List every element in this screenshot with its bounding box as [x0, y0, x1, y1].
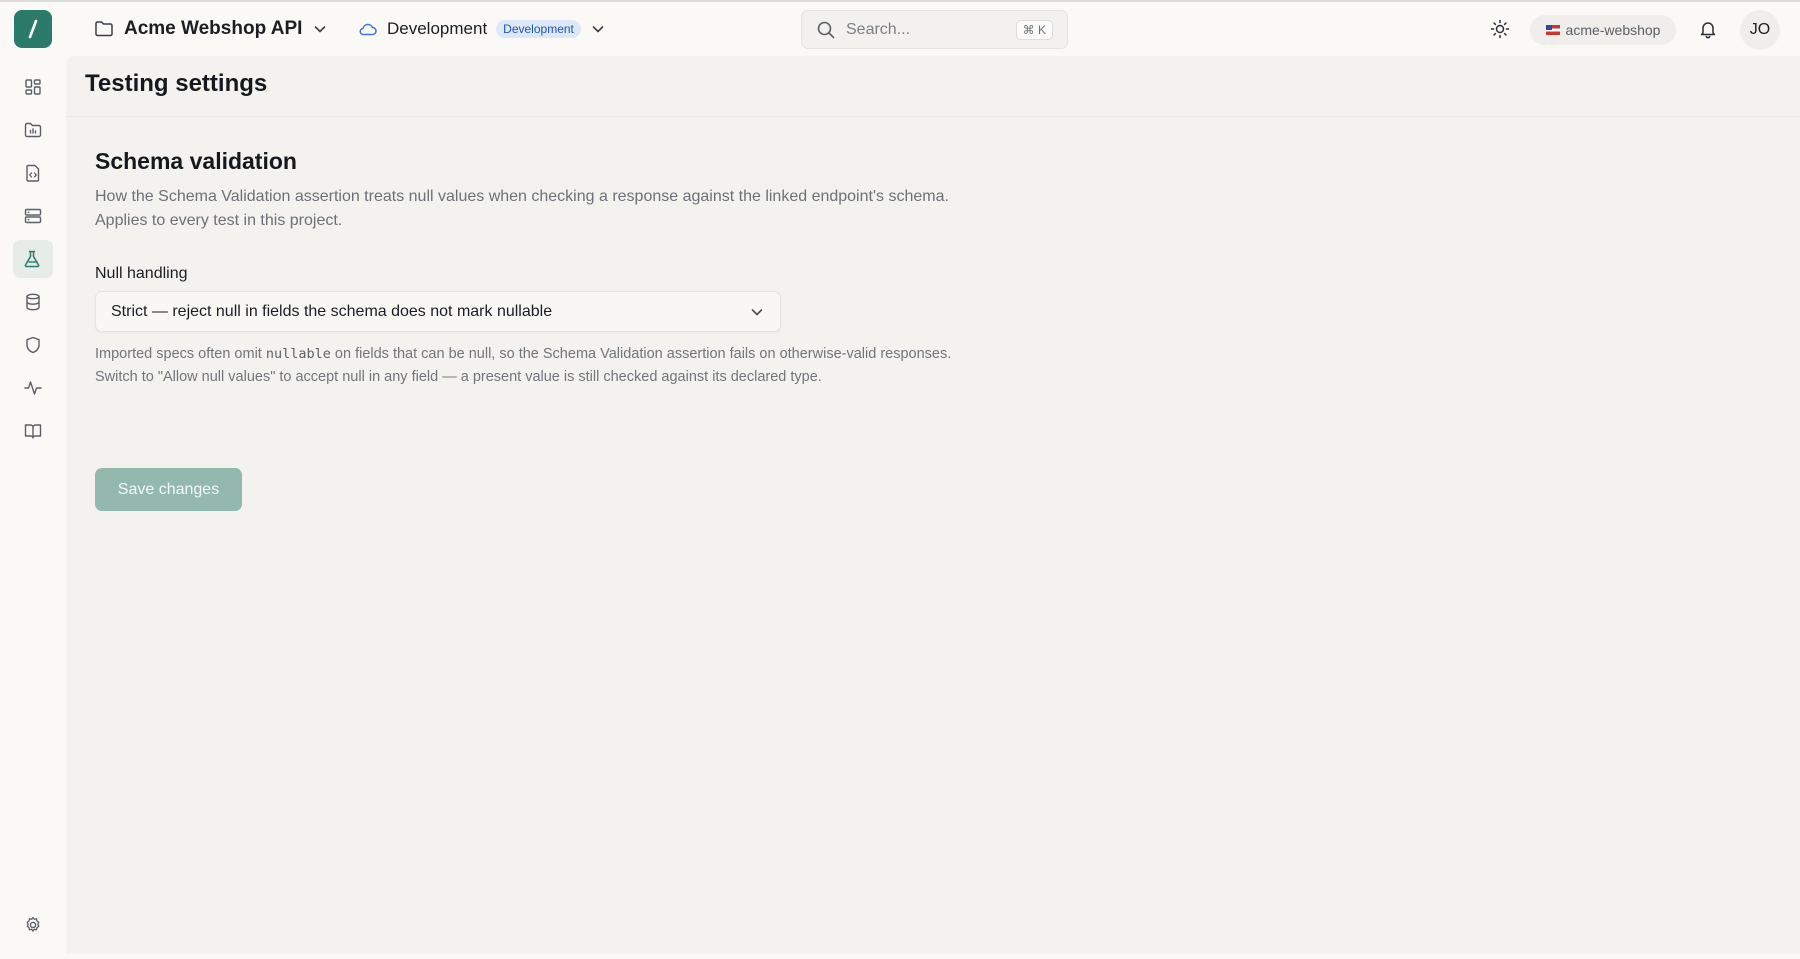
environment-name: Development [387, 19, 488, 38]
search-shortcut: ⌘ K [1015, 19, 1053, 40]
server-icon [24, 208, 42, 224]
file-code-icon [26, 164, 40, 182]
search-icon [817, 21, 835, 38]
sidebar-item-settings[interactable] [13, 906, 53, 944]
sidebar [0, 56, 66, 959]
null-handling-label: Null handling [95, 265, 188, 282]
bell-icon [1700, 22, 1716, 39]
chevron-down-icon [315, 26, 326, 33]
app-logo[interactable] [14, 10, 52, 48]
help-text-before: Imported specs often omit [95, 346, 266, 362]
chevron-down-icon [592, 26, 604, 33]
top-bar: Acme Webshop API Development Development… [0, 0, 1800, 56]
search-input[interactable]: Search... ⌘ K [801, 10, 1068, 49]
activity-icon [24, 381, 42, 395]
folder-chart-icon [24, 122, 42, 138]
logo-slash-icon [28, 19, 38, 39]
sidebar-item-data[interactable] [13, 283, 53, 321]
sidebar-item-servers[interactable] [13, 197, 53, 235]
database-icon [26, 293, 40, 311]
environment-switcher[interactable]: Development Development [358, 15, 606, 43]
flask-icon [24, 250, 40, 268]
avatar[interactable]: JO [1740, 10, 1780, 50]
sidebar-item-docs[interactable] [13, 412, 53, 450]
cloud-icon [359, 23, 377, 36]
section-description: How the Schema Validation assertion trea… [95, 188, 949, 229]
save-changes-button[interactable]: Save changes [95, 468, 242, 511]
book-icon [24, 424, 42, 439]
sidebar-item-reports[interactable] [13, 111, 53, 149]
page-divider [66, 116, 1800, 117]
sidebar-item-monitoring[interactable] [13, 369, 53, 407]
sidebar-item-dashboard[interactable] [13, 68, 53, 106]
org-name: acme-webshop [1565, 22, 1661, 38]
search-placeholder: Search... [846, 20, 911, 38]
shield-icon [26, 336, 40, 354]
gear-icon [26, 916, 40, 932]
help-code-nullable: nullable [265, 346, 331, 362]
null-handling-select-value: Strict — reject null in fields the schem… [111, 302, 553, 320]
sidebar-item-endpoints[interactable] [13, 154, 53, 192]
project-switcher[interactable]: Acme Webshop API [94, 15, 328, 43]
folder-icon [95, 21, 113, 37]
null-handling-help: Imported specs often omit nullable on fi… [95, 343, 965, 389]
org-switcher[interactable]: acme-webshop [1530, 15, 1676, 45]
notifications-button[interactable] [1690, 11, 1726, 47]
theme-toggle-button[interactable] [1482, 11, 1518, 47]
environment-badge: Development [496, 20, 581, 38]
main-content: Testing settings Schema validation How t… [66, 56, 1800, 954]
chevron-down-icon [751, 308, 763, 315]
sidebar-item-security[interactable] [13, 326, 53, 364]
section-title: Schema validation [95, 148, 297, 174]
page-title: Testing settings [85, 70, 268, 97]
sidebar-item-testing[interactable] [13, 240, 53, 278]
project-name: Acme Webshop API [124, 18, 303, 39]
us-flag-icon [1545, 25, 1560, 35]
sun-icon [1490, 19, 1510, 39]
dashboard-icon [25, 79, 41, 95]
null-handling-select[interactable]: Strict — reject null in fields the schem… [95, 291, 781, 332]
